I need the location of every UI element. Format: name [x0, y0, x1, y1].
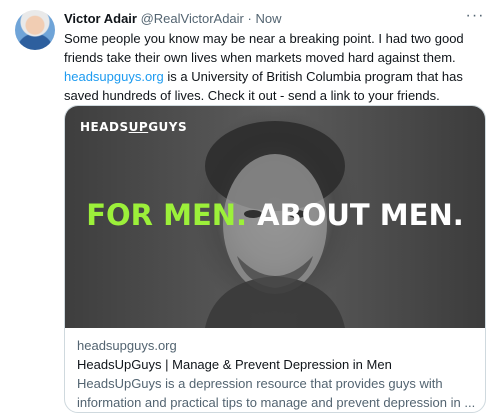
card-image[interactable]: HEADSUPGUYS FOR MEN. ABOUT MEN.: [65, 106, 485, 328]
brand-logo: HEADSUPGUYS: [80, 120, 188, 134]
tweet-text-part1: Some people you know may be near a break…: [64, 31, 464, 65]
card-domain: headsupguys.org: [77, 338, 177, 353]
link-preview-card[interactable]: HEADSUPGUYS FOR MEN. ABOUT MEN. headsupg…: [64, 105, 486, 413]
headline-white-text: ABOUT MEN.: [247, 198, 464, 232]
card-description-line1: HeadsUpGuys is a depression resource tha…: [77, 376, 443, 391]
more-options-icon[interactable]: ···: [464, 8, 486, 29]
headline-green-text: FOR MEN.: [86, 198, 248, 232]
tweet[interactable]: Victor Adair @RealVictorAdair · Now ··· …: [0, 0, 500, 418]
author-name[interactable]: Victor Adair: [64, 11, 137, 26]
card-meta: headsupguys.org HeadsUpGuys | Manage & P…: [77, 336, 477, 412]
tweet-timestamp[interactable]: Now: [255, 11, 281, 26]
avatar[interactable]: [15, 10, 55, 50]
tweet-header: Victor Adair @RealVictorAdair · Now: [64, 10, 484, 28]
tweet-text: Some people you know may be near a break…: [64, 29, 490, 105]
author-handle[interactable]: @RealVictorAdair: [141, 11, 244, 26]
tweet-link[interactable]: headsupguys.org: [64, 69, 164, 84]
card-title: HeadsUpGuys | Manage & Prevent Depressio…: [77, 357, 392, 372]
card-headline: FOR MEN. ABOUT MEN.: [65, 198, 485, 232]
card-description-line2: information and practical tips to manage…: [77, 395, 476, 410]
separator-dot: ·: [247, 11, 252, 26]
